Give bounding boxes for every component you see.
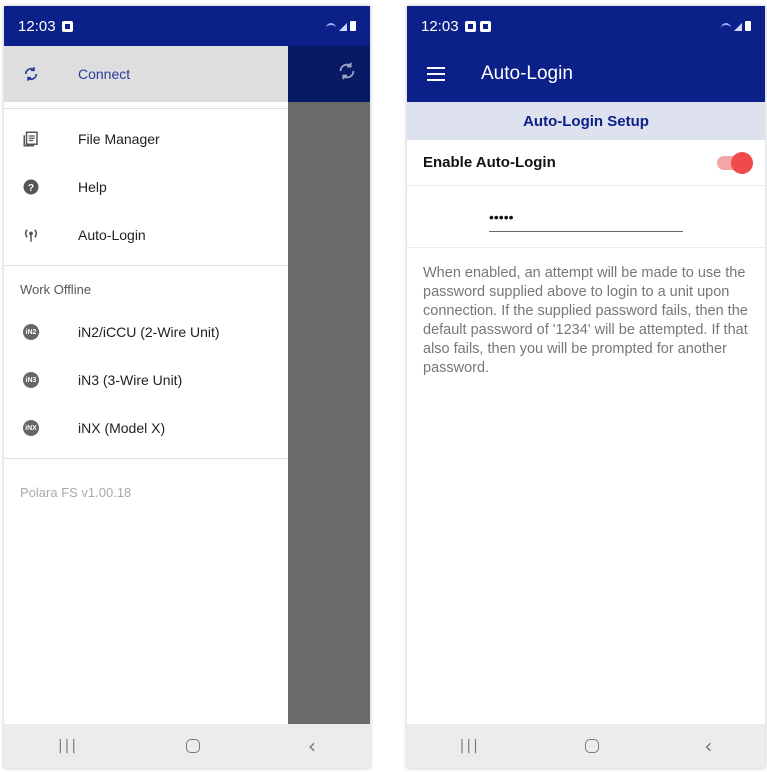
password-input[interactable]	[489, 201, 683, 232]
recent-apps-button[interactable]: |||	[460, 738, 480, 754]
password-row	[407, 186, 765, 248]
system-nav-bar: ||| ‹	[4, 724, 370, 768]
unit-in2-icon: iN2	[22, 323, 40, 341]
enable-auto-login-toggle[interactable]	[717, 151, 753, 174]
notification-icon	[479, 20, 491, 32]
unit-badge: iN2	[23, 324, 39, 340]
drawer-item-inx[interactable]: iNX iNX (Model X)	[4, 404, 288, 452]
drawer-item-auto-login[interactable]: Auto-Login	[4, 211, 288, 259]
navigation-drawer: Connect File Manager ? Help Auto-Login W…	[4, 46, 288, 724]
auto-login-description: When enabled, an attempt will be made to…	[423, 265, 748, 376]
version-text: Polara FS v1.00.18	[20, 485, 132, 500]
drawer-item-label: Connect	[78, 66, 131, 82]
notification-icon	[61, 20, 73, 32]
signal-icon	[339, 23, 347, 31]
phone-drawer-screen: 12:03 Connect File Manager ? Help Auto-L…	[4, 6, 370, 768]
enable-auto-login-row: Enable Auto-Login	[407, 140, 765, 186]
drawer-item-file-manager[interactable]: File Manager	[4, 115, 288, 163]
recent-apps-button[interactable]: |||	[58, 738, 78, 754]
auto-login-content: Auto-Login Setup Enable Auto-Login When …	[407, 102, 765, 724]
toggle-knob	[731, 151, 753, 174]
drawer-item-in3[interactable]: iN3 iN3 (3-Wire Unit)	[4, 356, 288, 404]
wifi-icon	[326, 23, 336, 31]
enable-auto-login-label: Enable Auto-Login	[423, 154, 556, 171]
file-manager-icon	[22, 130, 40, 148]
drawer-item-label: Auto-Login	[78, 227, 146, 243]
app-bar: Auto-Login	[407, 46, 765, 102]
status-time: 12:03	[18, 17, 56, 35]
drawer-item-label: File Manager	[78, 131, 160, 147]
section-header: Auto-Login Setup	[407, 102, 765, 140]
home-button[interactable]	[186, 739, 201, 753]
status-icons	[326, 21, 356, 31]
unit-badge: iNX	[23, 420, 39, 436]
broadcast-icon	[22, 226, 40, 244]
signal-icon	[734, 23, 742, 31]
divider	[4, 108, 288, 109]
app-title: Auto-Login	[481, 63, 573, 84]
gallery-icon	[464, 20, 476, 32]
drawer-item-label: iNX (Model X)	[78, 420, 166, 436]
battery-icon	[350, 21, 356, 31]
home-button[interactable]	[585, 739, 600, 753]
system-nav-bar: ||| ‹	[407, 724, 765, 768]
divider	[4, 265, 288, 266]
sync-icon	[22, 65, 40, 83]
unit-inx-icon: iNX	[22, 419, 40, 437]
divider	[4, 458, 288, 459]
hamburger-menu-icon[interactable]	[427, 67, 445, 81]
battery-icon	[745, 21, 751, 31]
back-button[interactable]: ‹	[308, 734, 316, 758]
refresh-icon	[336, 60, 358, 88]
svg-text:?: ?	[28, 182, 34, 194]
help-icon: ?	[22, 178, 40, 196]
section-title-work-offline: Work Offline	[20, 282, 92, 297]
status-bar: 12:03	[4, 6, 370, 46]
drawer-item-label: iN2/iCCU (2-Wire Unit)	[78, 324, 220, 340]
drawer-item-label: iN3 (3-Wire Unit)	[78, 372, 183, 388]
dimmed-app-background[interactable]	[288, 46, 370, 724]
drawer-item-in2[interactable]: iN2 iN2/iCCU (2-Wire Unit)	[4, 308, 288, 356]
status-bar: 12:03	[407, 6, 765, 46]
unit-badge: iN3	[23, 372, 39, 388]
behind-app-bar	[288, 46, 370, 102]
wifi-icon	[721, 23, 731, 31]
phone-auto-login-screen: 12:03 Auto-Login Auto-Login Setup Enable…	[407, 6, 765, 768]
drawer-item-help[interactable]: ? Help	[4, 163, 288, 211]
back-button[interactable]: ‹	[704, 734, 712, 758]
status-icons	[721, 21, 751, 31]
unit-in3-icon: iN3	[22, 371, 40, 389]
status-time: 12:03	[421, 17, 459, 35]
drawer-item-connect[interactable]: Connect	[4, 46, 288, 102]
drawer-item-label: Help	[78, 179, 107, 195]
